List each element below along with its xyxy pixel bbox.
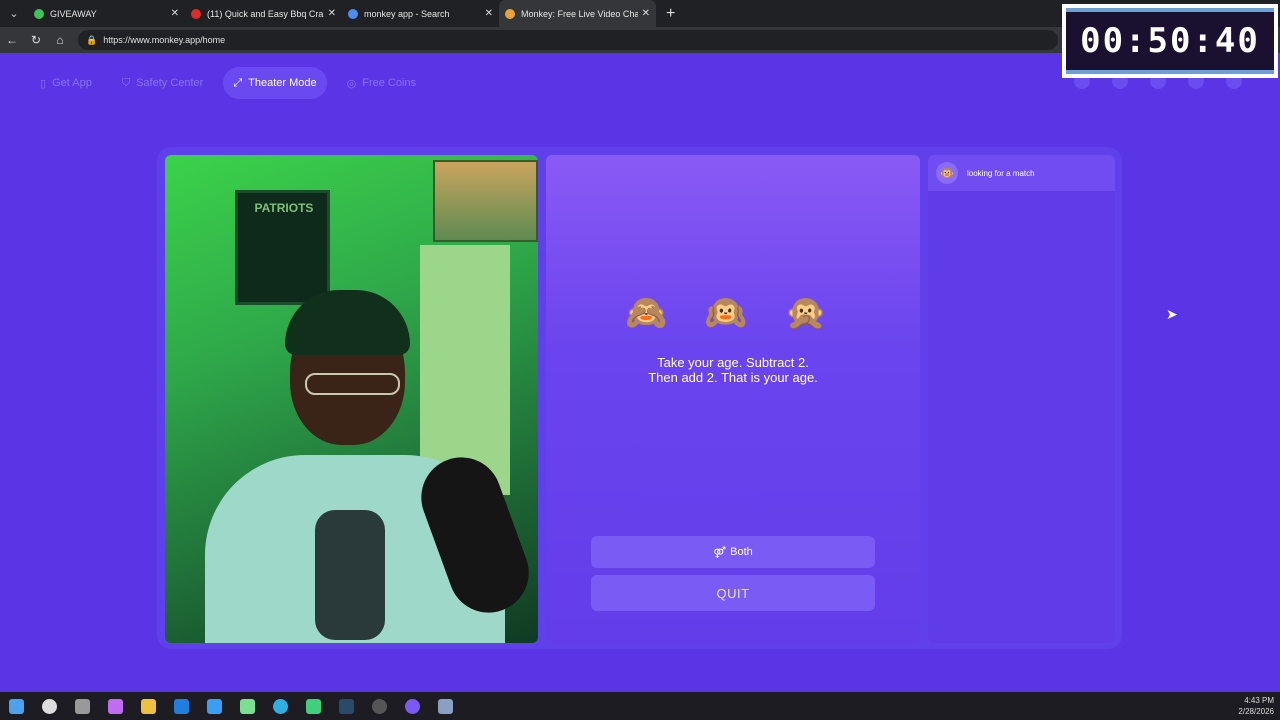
gender-filter-label: Both [730, 546, 753, 558]
timer-value: 00:50:40 [1080, 21, 1260, 61]
url-text: https://www.monkey.app/home [103, 35, 226, 45]
tab-favicon-icon [348, 8, 358, 19]
tab-favicon-icon [505, 8, 515, 19]
poster-text: PATRIOTS [254, 201, 314, 215]
start-icon[interactable] [0, 692, 33, 720]
back-arrow-icon[interactable]: ← [0, 33, 24, 47]
reload-icon[interactable]: ↻ [24, 33, 48, 47]
match-status-row: 🐵 looking for a match [928, 155, 1115, 191]
nav-theater-mode[interactable]: ⤢ Theater Mode [223, 67, 327, 99]
tab-favicon-icon [34, 8, 44, 19]
nav-label: Get App [52, 77, 92, 89]
tab-close-icon[interactable]: ✕ [485, 8, 493, 19]
clock-time: 4:43 PM [1244, 696, 1274, 705]
store-icon[interactable] [198, 692, 231, 720]
monkey-avatar-icon: 🐵 [936, 162, 958, 184]
copilot-icon[interactable] [99, 692, 132, 720]
browser-tab-youtube[interactable]: (11) Quick and Easy Bbq Crabs on ✕ [185, 0, 342, 27]
three-monkeys-icon: 🙈 🙉 🙊 [625, 294, 841, 332]
url-field[interactable]: 🔒 https://www.monkey.app/home [78, 30, 1058, 50]
m365-icon[interactable] [231, 692, 264, 720]
patriots-poster: PATRIOTS [235, 190, 330, 305]
coins-icon: ◎ [346, 77, 357, 90]
quit-button[interactable]: QUIT [591, 575, 875, 611]
gender-both-icon: ⚤ [713, 546, 727, 559]
tab-label: Monkey: Free Live Video Chat [521, 8, 638, 19]
app-icon-green[interactable] [297, 692, 330, 720]
riddle-text: Take your age. Subtract 2. Then add 2. T… [546, 355, 920, 385]
tab-label: monkey app - Search [364, 8, 450, 19]
system-clock[interactable]: 4:43 PM 2/28/2026 [1238, 695, 1274, 717]
nav-label: Free Coins [362, 77, 417, 89]
search-taskbar-icon[interactable] [33, 692, 66, 720]
nav-free-coins[interactable]: ◎ Free Coins [337, 67, 426, 99]
outlook-icon[interactable] [165, 692, 198, 720]
browser-tab-giveaway[interactable]: GIVEAWAY ✕ [28, 0, 185, 27]
expand-icon: ⤢ [233, 76, 243, 89]
tab-label: GIVEAWAY [50, 8, 97, 19]
self-camera-video: PATRIOTS [165, 155, 538, 643]
shield-icon: ⛉ [121, 76, 131, 89]
riddle-line-2: Then add 2. That is your age. [648, 370, 818, 385]
tab-close-icon[interactable]: ✕ [328, 8, 336, 19]
chat-sidebar: 🐵 looking for a match [928, 155, 1115, 643]
file-explorer-icon[interactable] [132, 692, 165, 720]
mouse-cursor-icon: ➤ [1166, 306, 1178, 322]
nav-safety-center[interactable]: ⛉ Safety Center [112, 67, 214, 99]
steam-icon[interactable] [330, 692, 363, 720]
nav-label: Theater Mode [248, 77, 317, 89]
home-icon[interactable]: ⌂ [48, 33, 72, 47]
browser-tab-monkey[interactable]: Monkey: Free Live Video Chat ✕ [499, 0, 656, 27]
windows-taskbar: 4:43 PM 2/28/2026 [0, 692, 1280, 720]
nav-get-app[interactable]: ▯ Get App [30, 67, 102, 99]
tab-favicon-icon [191, 8, 201, 19]
edge-icon[interactable] [264, 692, 297, 720]
tab-close-icon[interactable]: ✕ [171, 8, 179, 19]
match-waiting-panel: 🙈 🙉 🙊 Take your age. Subtract 2. Then ad… [546, 155, 920, 643]
chat-panel: PATRIOTS 🙈 🙉 🙊 Take your age. Subtract 2… [157, 147, 1122, 649]
app-icon-purple[interactable] [396, 692, 429, 720]
timer-display: 00:50:40 [1066, 8, 1274, 74]
nav-label: Safety Center [136, 77, 204, 89]
riddle-line-1: Take your age. Subtract 2. [657, 355, 809, 370]
top-nav: ▯ Get App ⛉ Safety Center ⤢ Theater Mode… [30, 67, 426, 99]
person-glasses [305, 373, 400, 395]
palm-tree-painting [433, 160, 538, 242]
clock-date: 2/28/2026 [1238, 707, 1274, 716]
lock-icon: 🔒 [86, 34, 98, 45]
task-view-icon[interactable] [66, 692, 99, 720]
match-status-text: looking for a match [967, 168, 1035, 178]
gender-filter-button[interactable]: ⚤ Both [591, 536, 875, 568]
shirt-graphic [315, 510, 385, 640]
phone-icon: ▯ [40, 77, 47, 90]
browser-tab-search[interactable]: monkey app - Search ✕ [342, 0, 499, 27]
stream-timer-overlay: 00:50:40 [1062, 4, 1278, 78]
tab-close-icon[interactable]: ✕ [642, 8, 650, 19]
monkey-page: ▯ Get App ⛉ Safety Center ⤢ Theater Mode… [0, 53, 1280, 692]
new-tab-plus-icon[interactable]: + [666, 5, 675, 23]
tab-label: (11) Quick and Easy Bbq Crabs on [207, 8, 324, 19]
tab-list-chevron-icon[interactable]: ⌄ [0, 0, 28, 27]
app-icon-doc[interactable] [429, 692, 462, 720]
obs-icon[interactable] [363, 692, 396, 720]
